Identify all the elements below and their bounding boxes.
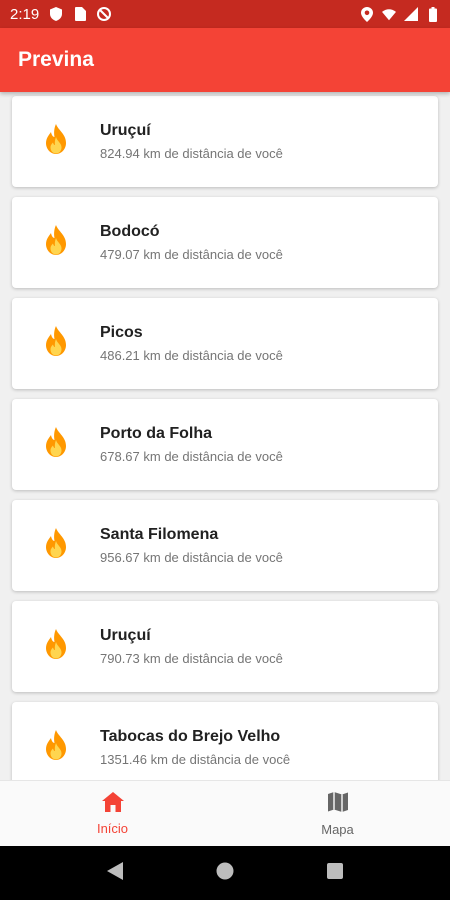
system-navigation-bar bbox=[0, 846, 450, 900]
fire-card[interactable]: Tabocas do Brejo Velho 1351.46 km de dis… bbox=[12, 702, 438, 780]
city-name: Tabocas do Brejo Velho bbox=[100, 728, 281, 745]
fire-card[interactable]: Uruçuí 790.73 km de distância de você bbox=[12, 601, 438, 692]
distance-text: 824.94 km de distância de você bbox=[100, 146, 283, 161]
sim-card-icon bbox=[73, 7, 87, 21]
nav-label-inicio: Início bbox=[96, 820, 129, 836]
shield-icon bbox=[49, 7, 63, 21]
status-bar: 2:19 bbox=[0, 0, 450, 28]
fire-card[interactable]: Picos 486.21 km de distância de você bbox=[12, 298, 438, 389]
fire-icon bbox=[44, 528, 68, 563]
fire-card[interactable]: Porto da Folha 678.67 km de distância de… bbox=[12, 399, 438, 490]
distance-text: 678.67 km de distância de você bbox=[100, 449, 283, 464]
map-icon bbox=[327, 791, 349, 818]
app-title: Previna bbox=[18, 48, 94, 71]
city-name: Santa Filomena bbox=[100, 526, 219, 543]
city-name: Porto da Folha bbox=[100, 425, 212, 442]
back-icon[interactable] bbox=[106, 861, 123, 885]
city-name: Uruçuí bbox=[100, 122, 151, 139]
fire-card[interactable]: Bodocó 479.07 km de distância de você bbox=[12, 197, 438, 288]
fire-list[interactable]: Uruçuí 824.94 km de distância de você Bo… bbox=[0, 92, 450, 780]
city-name: Bodocó bbox=[100, 223, 160, 240]
signal-icon bbox=[404, 7, 418, 21]
location-icon bbox=[360, 6, 374, 22]
fire-card[interactable]: Santa Filomena 956.67 km de distância de… bbox=[12, 500, 438, 591]
nav-label-mapa: Mapa bbox=[321, 821, 354, 837]
fire-icon bbox=[44, 326, 68, 361]
distance-text: 479.07 km de distância de você bbox=[100, 247, 283, 262]
home-circle-icon[interactable] bbox=[216, 862, 234, 885]
nav-item-mapa[interactable]: Mapa bbox=[225, 781, 450, 846]
distance-text: 1351.46 km de distância de você bbox=[100, 752, 291, 767]
fire-icon bbox=[44, 427, 68, 462]
distance-text: 486.21 km de distância de você bbox=[100, 348, 283, 363]
bottom-navigation: Início Mapa bbox=[0, 780, 450, 846]
no-disturb-icon bbox=[97, 7, 112, 21]
distance-text: 956.67 km de distância de você bbox=[100, 550, 283, 565]
distance-text: 790.73 km de distância de você bbox=[100, 651, 283, 666]
wifi-icon bbox=[382, 7, 396, 21]
fire-icon bbox=[44, 730, 68, 765]
nav-item-inicio[interactable]: Início bbox=[0, 781, 225, 846]
city-name: Picos bbox=[100, 324, 143, 341]
fire-card[interactable]: Uruçuí 824.94 km de distância de você bbox=[12, 96, 438, 187]
app-bar: Previna bbox=[0, 28, 450, 92]
fire-icon bbox=[44, 124, 68, 159]
status-time: 2:19 bbox=[10, 5, 40, 23]
home-icon bbox=[101, 791, 124, 817]
fire-icon bbox=[44, 225, 68, 260]
city-name: Uruçuí bbox=[100, 627, 151, 644]
battery-icon bbox=[426, 6, 440, 22]
fire-icon bbox=[44, 629, 68, 664]
recents-icon[interactable] bbox=[327, 862, 344, 884]
